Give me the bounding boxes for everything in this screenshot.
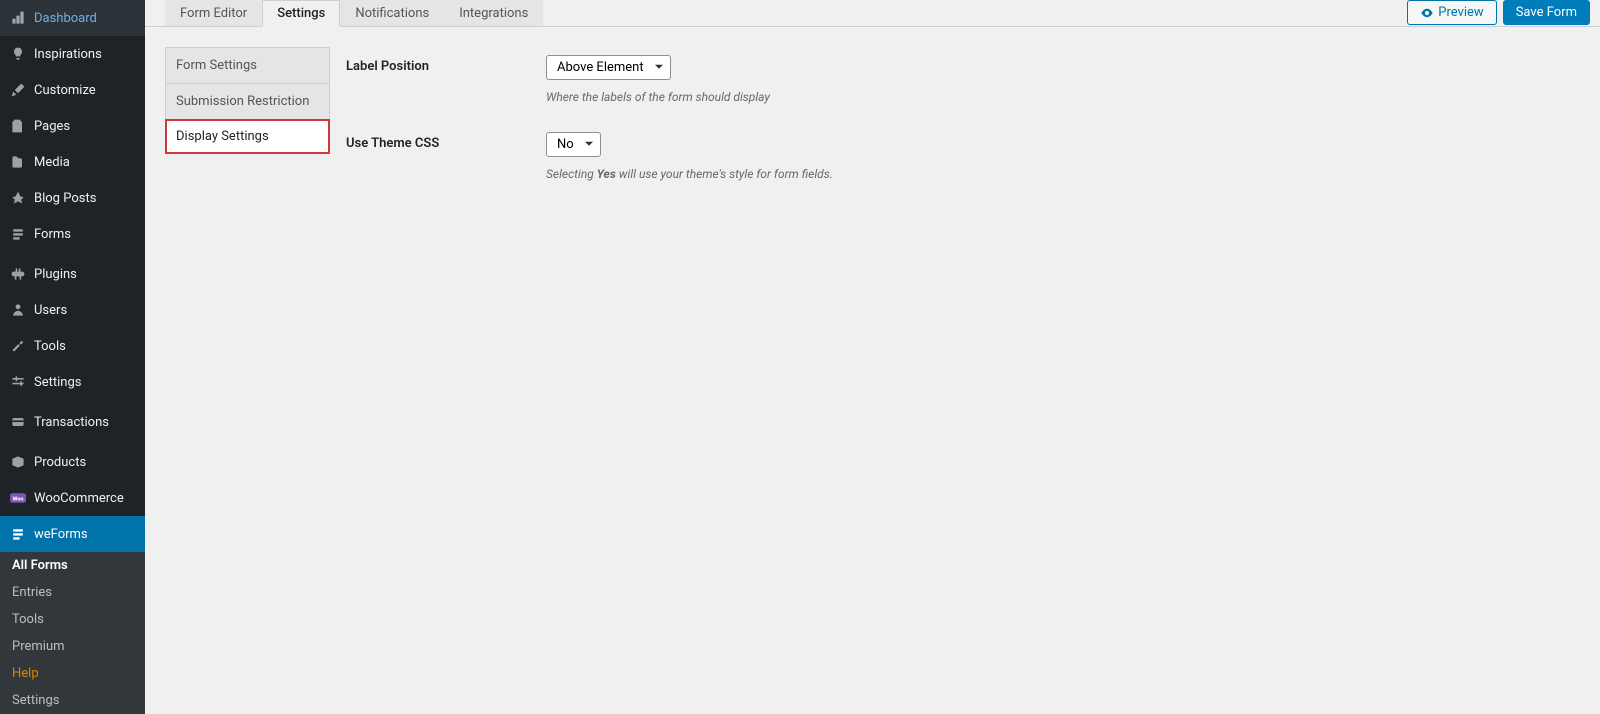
dashboard-icon <box>8 8 28 28</box>
use-theme-css-select[interactable]: No <box>546 132 601 157</box>
sidebar-label: Tools <box>34 339 66 354</box>
top-tab-bar: Form Editor Settings Notifications Integ… <box>145 0 1600 27</box>
sidebar-label: Products <box>34 455 86 470</box>
admin-sidebar: Dashboard Inspirations Customize Pages M… <box>0 0 145 714</box>
box-icon <box>8 452 28 472</box>
sidebar-item-tools[interactable]: Tools <box>0 328 145 364</box>
field-use-theme-css: Use Theme CSS No Selecting Yes will use … <box>346 132 1580 181</box>
tab-integrations[interactable]: Integrations <box>444 0 543 26</box>
sidebar-item-dashboard[interactable]: Dashboard <box>0 0 145 36</box>
submenu-settings[interactable]: Settings <box>0 687 145 714</box>
label-position-label: Label Position <box>346 55 546 74</box>
tab-form-editor[interactable]: Form Editor <box>165 0 262 26</box>
field-label-position: Label Position Above Element Where the l… <box>346 55 1580 104</box>
sidebar-item-plugins[interactable]: Plugins <box>0 256 145 292</box>
sidebar-item-woocommerce[interactable]: Woo WooCommerce <box>0 480 145 516</box>
sidebar-label: weForms <box>34 527 88 542</box>
sidebar-item-weforms[interactable]: weForms <box>0 516 145 552</box>
submenu-entries[interactable]: Entries <box>0 579 145 606</box>
sidebar-label: Pages <box>34 119 70 134</box>
weforms-icon <box>8 524 28 544</box>
svg-text:Woo: Woo <box>12 496 23 502</box>
settings-panel: Label Position Above Element Where the l… <box>346 47 1580 209</box>
sidebar-item-media[interactable]: Media <box>0 144 145 180</box>
pin-icon <box>8 188 28 208</box>
wrench-icon <box>8 336 28 356</box>
preview-label: Preview <box>1438 5 1483 20</box>
preview-button[interactable]: Preview <box>1407 0 1496 25</box>
sidebar-item-blog-posts[interactable]: Blog Posts <box>0 180 145 216</box>
user-icon <box>8 300 28 320</box>
sidebar-item-forms[interactable]: Forms <box>0 216 145 252</box>
tab-notifications[interactable]: Notifications <box>340 0 444 26</box>
sidebar-label: Media <box>34 155 70 170</box>
sidebar-label: Blog Posts <box>34 191 96 206</box>
submenu-help[interactable]: Help <box>0 660 145 687</box>
sidebar-item-products[interactable]: Products <box>0 444 145 480</box>
lightbulb-icon <box>8 44 28 64</box>
form-icon <box>8 224 28 244</box>
save-form-button[interactable]: Save Form <box>1503 0 1590 25</box>
main-content: Form Editor Settings Notifications Integ… <box>145 0 1600 714</box>
sidebar-item-inspirations[interactable]: Inspirations <box>0 36 145 72</box>
subtab-display-settings[interactable]: Display Settings <box>165 119 330 154</box>
sidebar-label: Plugins <box>34 267 77 282</box>
sidebar-item-transactions[interactable]: Transactions <box>0 404 145 440</box>
sidebar-label: WooCommerce <box>34 491 124 506</box>
sidebar-label: Inspirations <box>34 47 102 62</box>
woo-icon: Woo <box>8 488 28 508</box>
transactions-icon <box>8 412 28 432</box>
label-position-hint: Where the labels of the form should disp… <box>546 90 1580 104</box>
use-theme-css-hint: Selecting Yes will use your theme's styl… <box>546 167 1580 181</box>
sidebar-label: Customize <box>34 83 96 98</box>
settings-subtabs: Form Settings Submission Restriction Dis… <box>165 47 330 209</box>
submenu-tools[interactable]: Tools <box>0 606 145 633</box>
brush-icon <box>8 80 28 100</box>
sidebar-item-customize[interactable]: Customize <box>0 72 145 108</box>
subtab-submission-restriction[interactable]: Submission Restriction <box>165 83 330 120</box>
submenu-premium[interactable]: Premium <box>0 633 145 660</box>
media-icon <box>8 152 28 172</box>
submenu-all-forms[interactable]: All Forms <box>0 552 145 579</box>
sidebar-label: Dashboard <box>34 11 97 26</box>
sidebar-label: Users <box>34 303 67 318</box>
sidebar-item-settings[interactable]: Settings <box>0 364 145 400</box>
sidebar-item-users[interactable]: Users <box>0 292 145 328</box>
sidebar-label: Transactions <box>34 415 109 430</box>
sidebar-label: Forms <box>34 227 71 242</box>
label-position-select[interactable]: Above Element <box>546 55 671 80</box>
subtab-form-settings[interactable]: Form Settings <box>165 47 330 84</box>
sliders-icon <box>8 372 28 392</box>
use-theme-css-label: Use Theme CSS <box>346 132 546 151</box>
sidebar-item-pages[interactable]: Pages <box>0 108 145 144</box>
eye-icon <box>1420 6 1434 20</box>
sidebar-label: Settings <box>34 375 81 390</box>
tab-settings[interactable]: Settings <box>262 0 340 27</box>
pages-icon <box>8 116 28 136</box>
plug-icon <box>8 264 28 284</box>
weforms-submenu: All Forms Entries Tools Premium Help Set… <box>0 552 145 714</box>
